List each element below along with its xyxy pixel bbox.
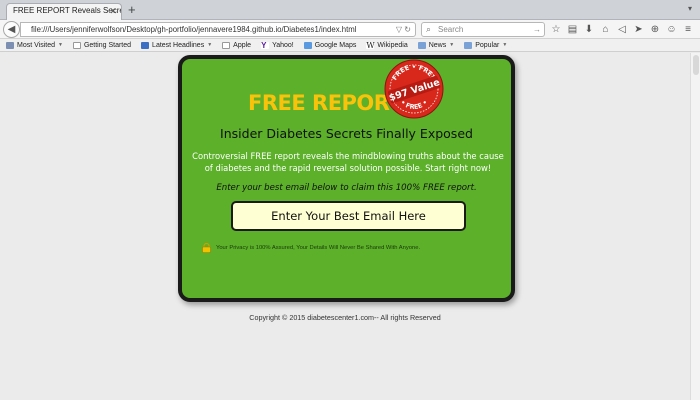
privacy-text: Your Privacy is 100% Assured, Your Detai… (216, 245, 421, 251)
lock-icon (202, 243, 211, 253)
bookmark-getting-started[interactable]: Getting Started (72, 41, 132, 49)
bookmark-wikipedia[interactable]: W Wikipedia (366, 40, 408, 50)
chevron-down-icon: ▼ (449, 42, 455, 48)
vertical-scrollbar[interactable] (690, 53, 700, 400)
close-icon[interactable]: ✕ (109, 6, 117, 17)
bookmark-apple[interactable]: Apple (222, 41, 252, 49)
subheadline: Insider Diabetes Secrets Finally Exposed (220, 126, 473, 141)
bookmark-latest-headlines[interactable]: Latest Headlines ▼ (141, 41, 213, 49)
search-icon: ⌕ (426, 24, 432, 34)
home-icon[interactable]: ⌂ (600, 24, 612, 35)
description: Controversial FREE report reveals the mi… (192, 151, 504, 173)
tab-title: FREE REPORT Reveals Secrets ... (13, 6, 121, 15)
reading-list-icon[interactable]: ▤ (567, 24, 579, 35)
new-tab-plus-icon[interactable]: + (128, 3, 136, 17)
search-placeholder: Search (438, 25, 464, 34)
menu-icon[interactable]: ≡ (682, 24, 694, 35)
page-icon (72, 41, 81, 49)
map-icon (303, 41, 312, 49)
folder-icon (417, 41, 426, 49)
bookmark-label: News (428, 41, 447, 49)
search-go-icon[interactable]: → (533, 23, 541, 36)
rss-icon (141, 41, 150, 49)
folder-icon (464, 41, 473, 49)
tab-list-chevron-icon[interactable]: ▾ (688, 4, 692, 13)
toolbar-icons: ☆ ▤ ⬇ ⌂ ◁ ➤ ⊕ ☺ ≡ (550, 22, 698, 37)
yahoo-icon: Y (261, 41, 270, 49)
optin-box: FREE REPORT: Insider Diabetes Secrets Fi… (178, 55, 515, 302)
bookmark-google-maps[interactable]: Google Maps (303, 41, 357, 49)
bookmark-most-visited[interactable]: Most Visited ▼ (6, 41, 63, 49)
browser-tab[interactable]: FREE REPORT Reveals Secrets ... ✕ (6, 3, 122, 20)
bookmark-popular[interactable]: Popular ▼ (464, 41, 508, 49)
email-input-button[interactable]: Enter Your Best Email Here (231, 201, 466, 231)
bookmark-label: Wikipedia (377, 41, 408, 49)
send-icon[interactable]: ➤ (633, 24, 645, 35)
bookmark-news[interactable]: News ▼ (417, 41, 455, 49)
scrollbar-thumb[interactable] (693, 55, 699, 75)
chevron-down-icon: ▼ (502, 42, 508, 48)
page-icon (222, 41, 231, 49)
extension-icon[interactable]: ⊕ (649, 24, 661, 35)
chevron-down-icon: ▼ (207, 42, 213, 48)
share-icon[interactable]: ◁ (616, 24, 628, 35)
navigation-bar: ◀ file:///Users/jenniferwolfson/Desktop/… (0, 20, 700, 39)
bookmark-star-icon[interactable]: ☆ (550, 24, 562, 35)
back-arrow-icon[interactable]: ◀ (3, 21, 20, 38)
chevron-down-icon: ▼ (58, 42, 63, 48)
bookmark-label: Getting Started (83, 41, 132, 49)
gear-icon (6, 41, 14, 49)
reload-icon[interactable]: ↻ (404, 25, 411, 34)
search-bar[interactable]: ⌕ Search → (421, 22, 545, 37)
tab-strip: FREE REPORT Reveals Secrets ... ✕ + ▾ (0, 0, 700, 20)
value-badge-seal: FREE • FREE • FREE • $97 Value (384, 59, 444, 119)
bookmark-label: Most Visited (17, 41, 55, 49)
chat-icon[interactable]: ☺ (666, 24, 678, 35)
bookmark-yahoo[interactable]: Y Yahoo! (261, 41, 294, 49)
bookmarks-toolbar: Most Visited ▼ Getting Started Latest He… (0, 39, 700, 52)
url-bar-controls: ▽ ↻ (396, 23, 411, 36)
url-text: file:///Users/jenniferwolfson/Desktop/gh… (31, 25, 357, 34)
bookmark-label: Latest Headlines (152, 41, 205, 49)
bookmark-label: Google Maps (314, 41, 357, 49)
wikipedia-icon: W (366, 40, 375, 50)
email-prompt: Enter your best email below to claim thi… (216, 183, 477, 193)
download-icon[interactable]: ⬇ (583, 24, 595, 35)
bookmark-label: Yahoo! (272, 41, 294, 49)
copyright-text: Copyright © 2015 diabetescenter1.com-- A… (249, 313, 441, 322)
bookmark-label: Popular (475, 41, 500, 49)
bookmark-label: Apple (233, 41, 252, 49)
privacy-notice: Your Privacy is 100% Assured, Your Detai… (202, 243, 420, 253)
url-bar[interactable]: file:///Users/jenniferwolfson/Desktop/gh… (20, 22, 416, 37)
dropdown-arrow-icon[interactable]: ▽ (396, 25, 402, 34)
